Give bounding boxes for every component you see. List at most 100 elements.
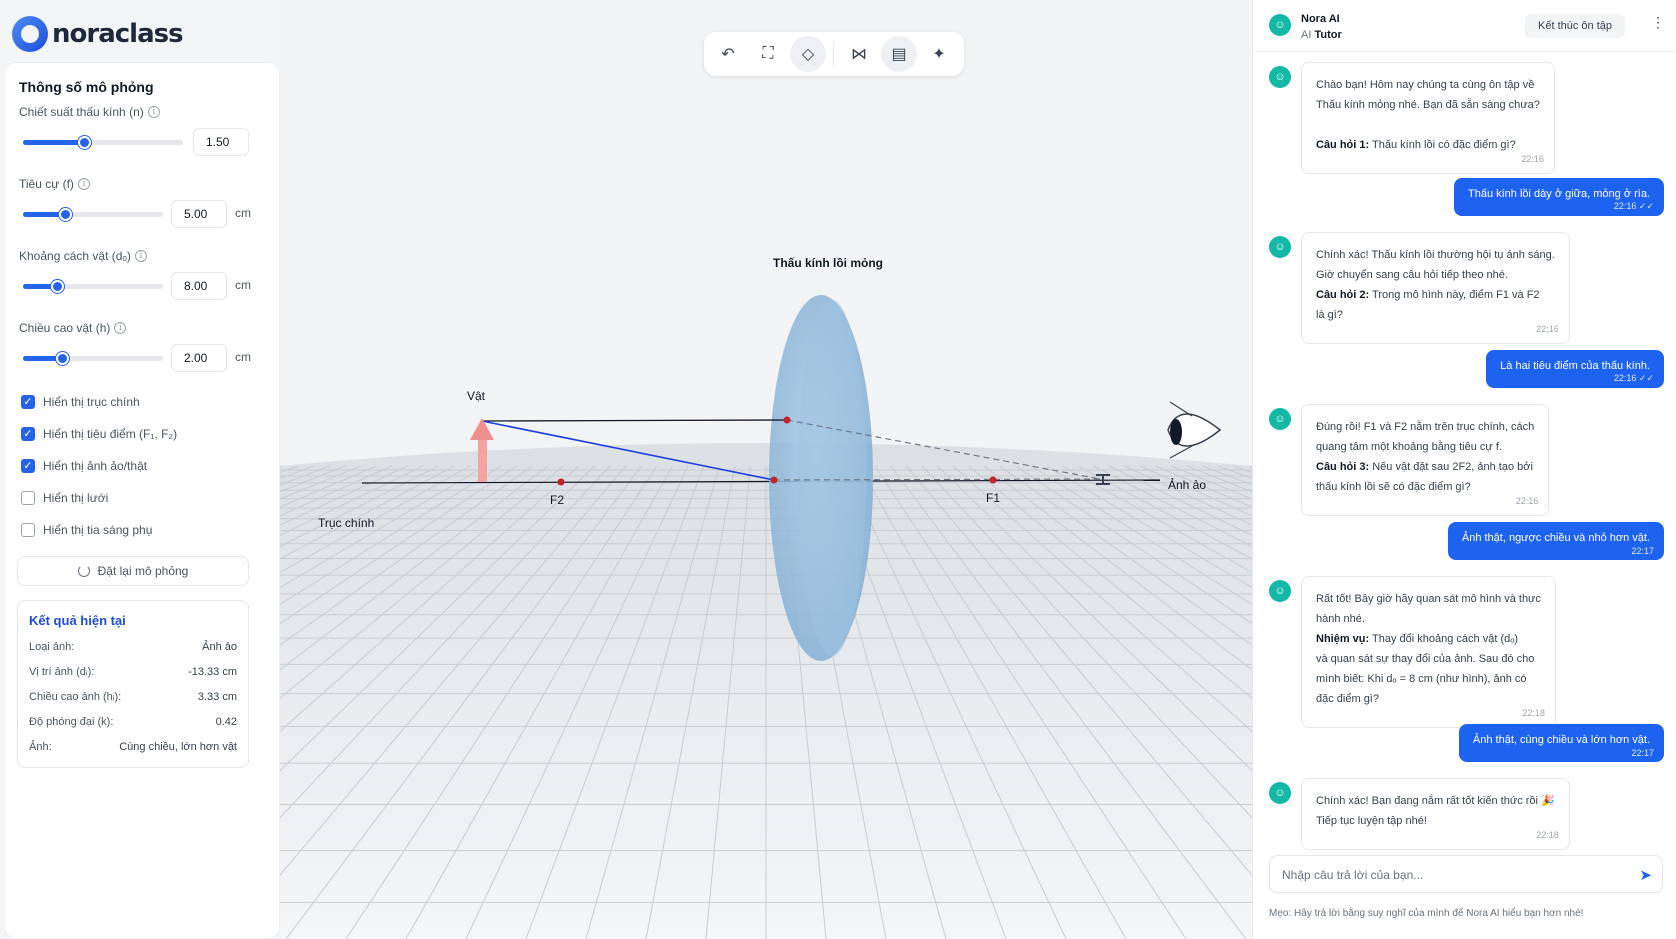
bot-avatar-icon: ☺ (1269, 408, 1291, 430)
checkbox-show-aux-rays[interactable]: Hiển thị tia sáng phụ (21, 523, 152, 537)
user-message: Là hai tiêu điểm của thấu kính. 22:16 ✓✓ (1486, 350, 1664, 388)
focal-length-input[interactable]: 5.00 (171, 200, 227, 228)
message-time: 22:18 (1536, 830, 1559, 840)
object-label: Vật (467, 389, 486, 403)
checkbox-icon[interactable]: ✓ (21, 395, 35, 409)
sparkle-icon[interactable]: ✦ (921, 36, 957, 72)
undo-icon[interactable]: ↶ (710, 36, 746, 72)
slider-thumb[interactable] (50, 280, 64, 293)
result-card: Kết quả hiện tại Loại ảnh: Ảnh ảo Vị trí … (17, 600, 249, 768)
message-line: là gì? (1316, 309, 1343, 321)
message-time: 22:16 ✓✓ (1613, 373, 1654, 383)
logo-icon (12, 16, 48, 52)
result-row: Ảnh: Cùng chiều, lớn hơn vật (29, 741, 237, 753)
object-height-input[interactable]: 2.00 (171, 344, 227, 372)
checkbox-show-grid[interactable]: Hiển thị lưới (21, 491, 108, 505)
focal-length-slider[interactable] (23, 208, 163, 221)
message-time: 22:18 (1522, 708, 1545, 718)
left-panel: noraclass Thông số mô phỏng Chiết suất t… (0, 0, 280, 939)
logo: noraclass (12, 14, 184, 54)
view-toolbar: ↶ ⛶ ◇ ⋈ ▤ ✦ (704, 32, 964, 76)
send-icon[interactable]: ➤ (1639, 866, 1652, 884)
message-time: 22:16 (1521, 154, 1544, 164)
bot-message: Chính xác! Thấu kính lồi thường hội tụ á… (1301, 232, 1570, 344)
message-time: 22:16 (1515, 496, 1539, 506)
lens-label: Thấu kính lồi mỏng (773, 256, 883, 270)
object-height-label: Chiều cao vật (h) i (19, 321, 127, 335)
fullscreen-icon[interactable]: ⛶ (750, 36, 786, 72)
simulation-canvas[interactable]: Thấu kính lồi mỏng Vật F2 F1 Ảnh ảo Trục… (280, 0, 1252, 939)
reset-icon (77, 565, 90, 577)
message-line: Câu hỏi 3: Nếu vật đặt sau 2F2, ảnh tạo … (1316, 461, 1533, 473)
chat-composer[interactable]: ➤ (1269, 855, 1663, 893)
refractive-index-slider[interactable] (23, 136, 183, 149)
checkbox-icon[interactable] (21, 523, 35, 537)
checkbox-icon[interactable]: ✓ (21, 459, 35, 473)
message-line: Nhiệm vụ: Thay đổi khoảng cách vật (dₒ) (1316, 633, 1519, 645)
object-height-slider[interactable] (23, 352, 163, 365)
message-line: và quan sát sự thay đổi của ảnh. Sau đó … (1316, 653, 1535, 665)
tag-icon[interactable]: ◇ (790, 36, 826, 72)
reset-simulation-button[interactable]: Đặt lại mô phỏng (17, 556, 249, 586)
result-row: Vị trí ảnh (dᵢ): -13.33 cm (29, 666, 237, 678)
checkbox-show-image[interactable]: ✓ Hiển thị ảnh ảo/thật (21, 459, 147, 473)
object-distance-input[interactable]: 8.00 (171, 272, 227, 300)
result-title: Kết quả hiện tại (29, 613, 126, 628)
object-height-unit: cm (235, 350, 251, 364)
message-line: Giờ chuyển sang câu hỏi tiếp theo nhé. (1316, 269, 1508, 281)
object-distance-label: Khoảng cách vật (dₒ) i (19, 249, 147, 263)
optical-center-point (770, 476, 778, 484)
user-message: Ảnh thật, ngược chiều và nhỏ hơn vật. 22:… (1447, 522, 1664, 560)
user-message: Ảnh thật, cùng chiều và lớn hơn vật. 22:1… (1458, 724, 1664, 762)
focal-length-label: Tiêu cự (f) i (19, 177, 90, 191)
bot-avatar-icon: ☺ (1269, 236, 1291, 258)
bot-message: Đúng rồi! F1 và F2 nằm trên trục chính, … (1301, 404, 1550, 516)
message-line: quang tâm một khoảng bằng tiêu cự f. (1316, 441, 1502, 453)
brand-name: noraclass (52, 19, 184, 49)
bot-message: Chính xác! Bạn đang nắm rất tốt kiến thứ… (1301, 778, 1570, 850)
checkbox-icon[interactable]: ✓ (21, 427, 35, 441)
notes-icon[interactable]: ▤ (881, 36, 917, 72)
image-label: Ảnh ảo (1168, 478, 1207, 492)
focal-point-f1[interactable] (989, 476, 997, 484)
info-icon[interactable]: i (77, 178, 90, 190)
result-row: Loại ảnh: Ảnh ảo (29, 641, 237, 653)
refractive-index-label: Chiết suất thấu kính (n) i (19, 105, 160, 119)
message-line: thấu kính lồi sẽ có đặc điểm gì? (1316, 481, 1471, 493)
checkbox-show-focal-points[interactable]: ✓ Hiển thị tiêu điểm (F₁, F₂) (21, 427, 177, 441)
message-line: hành nhé. (1316, 613, 1365, 625)
message-line (1316, 115, 1540, 135)
message-line: Chào bạn! Hôm nay chúng ta cùng ôn tập v… (1316, 79, 1535, 91)
checkbox-icon[interactable] (21, 491, 35, 505)
params-card: Thông số mô phỏng Chiết suất thấu kính (… (4, 62, 280, 939)
refractive-index-input[interactable]: 1.50 (193, 128, 249, 156)
focal-point-f2[interactable] (557, 478, 565, 486)
object-distance-slider[interactable] (23, 280, 163, 293)
message-line: Chính xác! Thấu kính lồi thường hội tụ á… (1316, 249, 1555, 261)
result-row: Độ phóng đại (k): 0.42 (29, 716, 237, 728)
message-time: 22:16 (1536, 324, 1559, 334)
slider-thumb[interactable] (59, 208, 72, 221)
toolbar-divider (833, 41, 834, 67)
message-line: Chính xác! Bạn đang nắm rất tốt kiến thứ… (1316, 795, 1555, 807)
lens-highlight (798, 300, 866, 656)
checkbox-show-axis[interactable]: ✓ Hiển thị trục chính (21, 395, 140, 409)
message-line: Thấu kính mỏng nhé. Bạn đã sẵn sàng chưa… (1316, 99, 1540, 111)
slider-thumb[interactable] (56, 352, 70, 365)
slider-fill (23, 140, 84, 145)
message-time: 22:16 ✓✓ (1613, 201, 1654, 211)
slider-thumb[interactable] (77, 136, 91, 149)
info-icon[interactable]: i (134, 250, 147, 262)
answer-input[interactable] (1282, 865, 1622, 885)
message-line: Câu hỏi 2: Trong mô hình này, điểm F1 và… (1316, 289, 1540, 301)
bot-avatar-icon: ☺ (1269, 66, 1291, 88)
end-review-button[interactable]: Kết thúc ôn tập (1525, 14, 1625, 38)
scene-svg (280, 0, 1252, 939)
focal-length-unit: cm (235, 206, 251, 220)
message-line: mình biết: Khi dₒ = 8 cm (như hình), ảnh… (1316, 673, 1527, 685)
lens-top-point (783, 416, 791, 424)
more-options-icon[interactable]: ⋮ (1651, 14, 1665, 31)
info-icon[interactable]: i (147, 106, 160, 118)
share-icon[interactable]: ⋈ (841, 36, 877, 72)
info-icon[interactable]: i (114, 322, 127, 334)
